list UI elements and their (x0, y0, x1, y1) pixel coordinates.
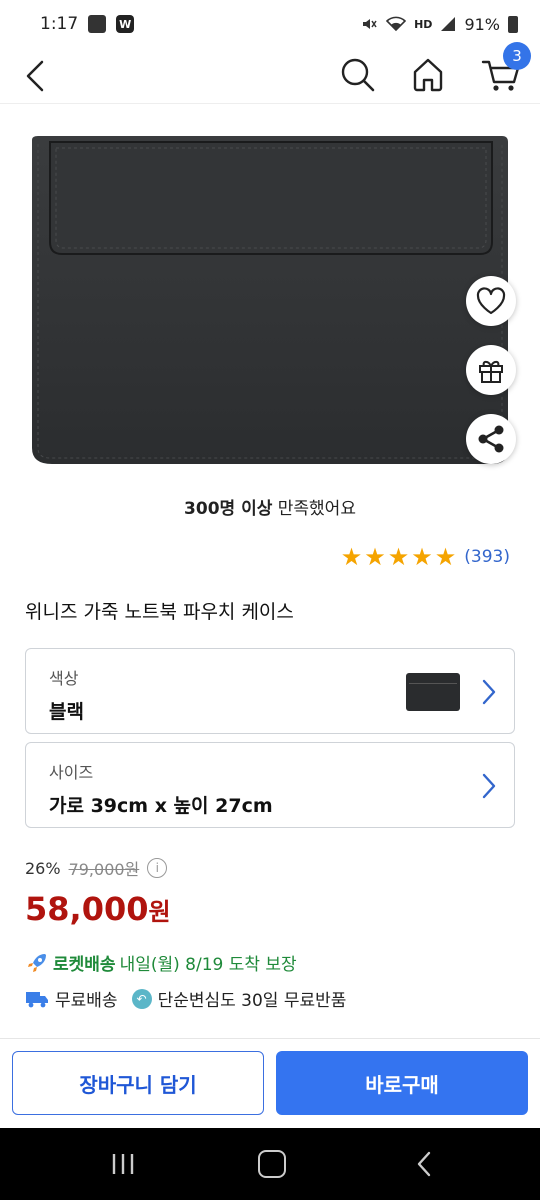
star-icon: ★ (434, 543, 457, 571)
gift-icon (479, 360, 503, 383)
product-image (32, 136, 508, 464)
rocket-delivery-date: 내일(월) 8/19 도착 보장 (119, 955, 297, 975)
network-label: HD (414, 17, 433, 31)
color-thumbnail (406, 673, 460, 711)
star-icon: ★ (411, 543, 433, 571)
wishlist-button[interactable] (466, 276, 516, 326)
top-nav: 3 (0, 42, 540, 104)
recent-apps-icon[interactable] (110, 1152, 136, 1176)
info-icon[interactable]: i (147, 858, 168, 878)
satisfaction-label: 만족했어요 (272, 499, 356, 519)
system-back-icon[interactable] (414, 1150, 434, 1178)
sale-price-number: 58,000 (25, 890, 149, 928)
shipping-info: 무료배송 ↶ 단순변심도 30일 무료반품 (25, 986, 346, 1011)
size-option-selector[interactable]: 사이즈 가로 39cm x 높이 27cm (25, 742, 515, 828)
star-icon: ★ (387, 543, 410, 571)
search-icon[interactable] (337, 54, 377, 94)
color-option-label: 색상 (49, 669, 79, 688)
bottom-action-bar: 장바구니 담기 바로구매 (0, 1038, 540, 1128)
status-bar: 1:17 W HD 91% (0, 0, 540, 48)
buy-now-button[interactable]: 바로구매 (276, 1051, 528, 1115)
share-button[interactable] (466, 414, 516, 464)
size-option-label: 사이즈 (49, 763, 94, 782)
system-nav-bar (0, 1128, 540, 1200)
review-count[interactable]: (393) (464, 547, 510, 567)
rating[interactable]: ★ ★ ★ ★ ★ (393) (341, 544, 510, 570)
battery-icon (508, 15, 518, 33)
mute-icon (363, 19, 377, 29)
sale-price-unit: 원 (148, 898, 171, 926)
app-notification-icon: W (116, 15, 135, 33)
signal-icon (441, 17, 456, 31)
size-option-value: 가로 39cm x 높이 27cm (49, 795, 273, 817)
wifi-icon (386, 16, 407, 32)
home-icon[interactable] (408, 54, 448, 94)
rocket-delivery-label: 로켓배송 (53, 955, 116, 975)
share-icon (478, 425, 504, 453)
satisfaction-count: 300명 이상 (184, 499, 273, 519)
price-area: 26% 79,000원 i 58,000원 (25, 856, 171, 928)
free-shipping-label: 무료배송 (55, 991, 118, 1011)
sale-price: 58,000원 (25, 890, 171, 928)
original-price: 79,000원 (68, 860, 140, 879)
status-time: 1:17 (40, 14, 79, 34)
return-icon: ↶ (131, 988, 152, 1009)
add-to-cart-button[interactable]: 장바구니 담기 (12, 1051, 264, 1115)
back-icon[interactable] (20, 56, 52, 96)
chevron-right-icon (482, 679, 496, 705)
free-return-label: 단순변심도 30일 무료반품 (157, 991, 347, 1011)
gallery-notification-icon (88, 15, 107, 33)
truck-icon (26, 991, 48, 1007)
cart-count-badge: 3 (503, 42, 531, 70)
chevron-right-icon (482, 773, 496, 799)
color-option-value: 블랙 (49, 701, 84, 723)
rocket-icon (28, 953, 46, 972)
battery-percent: 91% (464, 14, 500, 34)
heart-icon (476, 287, 506, 315)
system-home-icon[interactable] (258, 1150, 286, 1178)
discount-rate: 26% (25, 858, 61, 878)
gift-button[interactable] (466, 345, 516, 395)
star-icon: ★ (340, 543, 363, 571)
product-title: 위니즈 가죽 노트북 파우치 케이스 (25, 601, 294, 623)
rocket-delivery-info: 로켓배송 내일(월) 8/19 도착 보장 (25, 950, 297, 975)
color-option-selector[interactable]: 색상 블랙 (25, 648, 515, 734)
satisfaction-text: 300명 이상 만족했어요 (0, 494, 540, 519)
star-icon: ★ (364, 543, 386, 571)
